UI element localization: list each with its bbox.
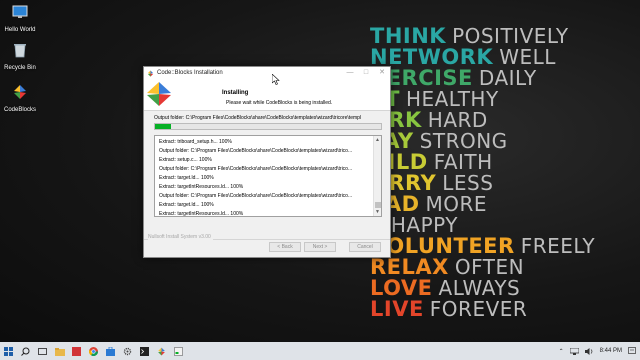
- log-row: Output folder: C:\Program Files\CodeBloc…: [159, 166, 353, 172]
- log-row: Output folder: C:\Program Files\CodeBloc…: [159, 148, 353, 154]
- desktop-icon-recycle-bin[interactable]: Recycle Bin: [2, 42, 38, 72]
- volume-icon[interactable]: [584, 347, 594, 355]
- log-row: Extract: target.ld... 100%: [159, 202, 214, 208]
- scrollbar[interactable]: ▲ ▼: [373, 136, 381, 216]
- log-row: Extract: setup.c... 100%: [159, 157, 212, 163]
- wallpaper-thin-word: FOREVER: [429, 297, 528, 321]
- start-icon[interactable]: [0, 342, 17, 360]
- header-subtitle: Please wait while CodeBlocks is being in…: [226, 100, 333, 106]
- installer-window: Code::Blocks Installation — □ ✕ Installi…: [143, 66, 391, 258]
- log-row: Extract: targetIntResources.ld... 100%: [159, 184, 244, 190]
- scroll-down-icon[interactable]: ▼: [374, 208, 381, 216]
- taskbar: ⌃ 8:44 PM: [0, 342, 640, 360]
- wallpaper-line: ORK HARD: [370, 110, 640, 131]
- desktop-icon-label: Recycle Bin: [4, 65, 36, 71]
- wallpaper-line: EAD MORE: [370, 194, 640, 215]
- cancel-button[interactable]: Cancel: [349, 242, 381, 252]
- wallpaper-line: XERCISE DAILY: [370, 68, 640, 89]
- installer-header: Installing Please wait while CodeBlocks …: [144, 79, 390, 111]
- monitor-icon: [12, 5, 28, 18]
- maximize-button[interactable]: □: [358, 67, 374, 79]
- wallpaper-line: ORRY LESS: [370, 173, 640, 194]
- notification-icon[interactable]: [628, 347, 636, 355]
- header-title: Installing: [222, 90, 249, 96]
- back-button[interactable]: < Back: [269, 242, 301, 252]
- desktop-icon-label: Hello World: [4, 27, 36, 33]
- wallpaper-line: NETWORK WELL: [370, 47, 640, 68]
- wallpaper-line: UILD FAITH: [370, 152, 640, 173]
- wallpaper-bold-word: LIVE: [370, 297, 424, 321]
- terminal-icon[interactable]: [136, 342, 153, 360]
- log-row: Extract: targetIntResources.ld... 100%: [159, 211, 244, 217]
- desktop-icon-codeblocks[interactable]: CodeBlocks: [2, 84, 38, 114]
- wallpaper-line: RELAX OFTEN: [370, 257, 640, 278]
- search-icon[interactable]: [17, 342, 34, 360]
- file-explorer-icon[interactable]: [51, 342, 68, 360]
- wallpaper-line: EHAPPY: [370, 215, 640, 236]
- codeblocks-icon: [14, 85, 26, 99]
- chrome-icon[interactable]: [85, 342, 102, 360]
- mouse-cursor-icon: [272, 74, 280, 85]
- wallpaper-line: LIVE FOREVER: [370, 299, 640, 320]
- wallpaper-line: VOLUNTEER FREELY: [370, 236, 640, 257]
- codeblocks-icon: [147, 69, 154, 77]
- recycle-bin-icon: [14, 44, 26, 58]
- task-view-icon[interactable]: [34, 342, 51, 360]
- chevron-up-icon[interactable]: ⌃: [559, 348, 564, 355]
- scroll-up-icon[interactable]: ▲: [374, 136, 381, 144]
- window-title: Code::Blocks Installation: [157, 70, 223, 76]
- wallpaper-line: TAY STRONG: [370, 131, 640, 152]
- codeblocks-logo-icon: [147, 82, 171, 106]
- system-tray: ⌃ 8:44 PM: [559, 342, 636, 360]
- wallpaper-line: THINK POSITIVELY: [370, 26, 640, 47]
- progress-bar: [154, 123, 382, 130]
- log-rows: Extract: triboard_setup.h... 100% Output …: [159, 138, 369, 217]
- wallpaper-thin-word: FREELY: [520, 234, 596, 258]
- desktop-icon-label: CodeBlocks: [3, 107, 36, 113]
- installer-icon[interactable]: [170, 342, 187, 360]
- output-folder-text: Output folder: C:\Program Files\CodeBloc…: [154, 115, 362, 121]
- title-bar[interactable]: Code::Blocks Installation — □ ✕: [144, 67, 390, 79]
- wallpaper-text: THINKPOSITIVELYNETWORKWELLXERCISEDAILYAT…: [370, 26, 640, 320]
- close-button[interactable]: ✕: [374, 67, 390, 79]
- settings-icon[interactable]: [119, 342, 136, 360]
- clock[interactable]: 8:44 PM: [600, 348, 622, 354]
- progress-fill: [155, 124, 171, 129]
- wallpaper-line: LOVE ALWAYS: [370, 278, 640, 299]
- desktop-icon-hello-world[interactable]: Hello World: [2, 4, 38, 34]
- log-row: Extract: triboard_setup.h... 100%: [159, 139, 232, 145]
- minimize-button[interactable]: —: [342, 67, 358, 79]
- codeblocks-icon[interactable]: [153, 342, 170, 360]
- nsis-brand-text: Nullsoft Install System v3.00: [148, 234, 213, 240]
- log-row: Extract: target.ld... 100%: [159, 175, 214, 181]
- details-log[interactable]: Extract: triboard_setup.h... 100% Output …: [154, 135, 382, 217]
- network-icon[interactable]: [569, 347, 579, 355]
- red-app-icon[interactable]: [68, 342, 85, 360]
- wallpaper-line: ATHEALTHY: [370, 89, 640, 110]
- log-row: Output folder: C:\Program Files\CodeBloc…: [159, 193, 353, 199]
- store-icon[interactable]: [102, 342, 119, 360]
- next-button[interactable]: Next >: [304, 242, 336, 252]
